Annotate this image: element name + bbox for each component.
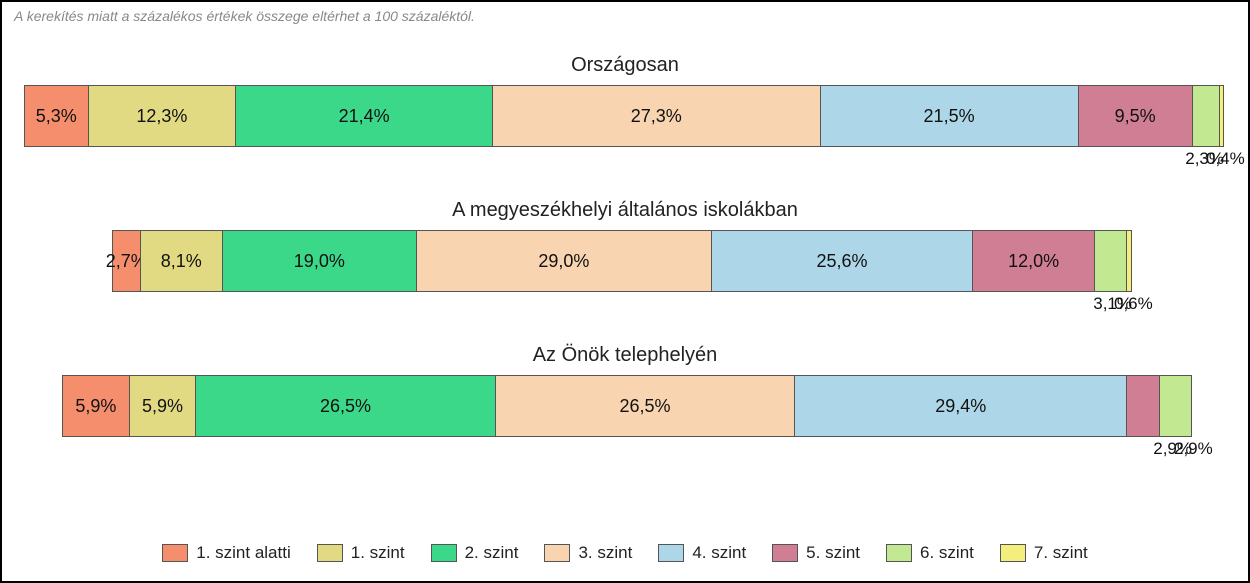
legend-label: 5. szint xyxy=(806,543,860,563)
stacked-bar: 5,9% 5,9% 26,5% 26,5% 29,4% xyxy=(62,375,1192,437)
overflow-label-row: 2,9%2,9% xyxy=(62,437,1192,461)
legend-label: 4. szint xyxy=(692,543,746,563)
bar-wrap: 2,7% 8,1% 19,0% 29,0% 25,6% 12,0% 3,1%0,6% xyxy=(112,230,1132,316)
segment-label: 8,1% xyxy=(161,251,202,272)
chart-title: A megyeszékhelyi általános iskolákban xyxy=(12,199,1238,222)
legend-swatch xyxy=(162,544,188,562)
overflow-label: 2,9% xyxy=(1174,439,1213,459)
chart-block-2: Az Önök telephelyén 5,9% 5,9% 26,5% 26,5% 29,… xyxy=(12,344,1238,461)
legend-item-6: 6. szint xyxy=(886,543,974,563)
segment-label: 29,4% xyxy=(935,396,986,417)
segment-label: 25,6% xyxy=(817,251,868,272)
segment-6 xyxy=(1094,230,1126,292)
legend-swatch xyxy=(886,544,912,562)
segment-label: 9,5% xyxy=(1115,106,1156,127)
segment-5: 9,5% xyxy=(1078,85,1192,147)
bar-wrap: 5,9% 5,9% 26,5% 26,5% 29,4% 2,9%2,9% xyxy=(62,375,1192,461)
legend-label: 1. szint xyxy=(351,543,405,563)
segment-2: 19,0% xyxy=(222,230,416,292)
segment-6 xyxy=(1159,375,1192,437)
segment-4: 29,4% xyxy=(794,375,1126,437)
legend-item-4: 4. szint xyxy=(658,543,746,563)
segment-2: 26,5% xyxy=(195,375,494,437)
legend-label: 6. szint xyxy=(920,543,974,563)
legend-swatch xyxy=(658,544,684,562)
legend-swatch xyxy=(431,544,457,562)
chart-block-0: Országosan 5,3% 12,3% 21,4% 27,3% 21,5% 9,5% 2,… xyxy=(12,54,1238,171)
overflow-label: 0,6% xyxy=(1114,294,1153,314)
segment-label: 21,4% xyxy=(339,106,390,127)
segment-label: 26,5% xyxy=(320,396,371,417)
segment-label: 5,3% xyxy=(36,106,77,127)
segment-3: 27,3% xyxy=(492,85,820,147)
segment-label: 19,0% xyxy=(294,251,345,272)
legend-label: 3. szint xyxy=(578,543,632,563)
legend-item-7: 7. szint xyxy=(1000,543,1088,563)
overflow-label: 0,4% xyxy=(1206,149,1245,169)
legend-swatch xyxy=(544,544,570,562)
bar-wrap: 5,3% 12,3% 21,4% 27,3% 21,5% 9,5% 2,3%0,4% xyxy=(24,85,1224,171)
segment-5 xyxy=(1126,375,1159,437)
legend-label: 1. szint alatti xyxy=(196,543,291,563)
legend-item-2: 2. szint xyxy=(431,543,519,563)
segment-label: 5,9% xyxy=(142,396,183,417)
segment-label: 12,0% xyxy=(1008,251,1059,272)
overflow-label-row: 3,1%0,6% xyxy=(112,292,1132,316)
segment-1: 8,1% xyxy=(140,230,223,292)
legend-item-0: 1. szint alatti xyxy=(162,543,291,563)
legend-label: 7. szint xyxy=(1034,543,1088,563)
segment-7 xyxy=(1126,230,1132,292)
segment-2: 21,4% xyxy=(235,85,492,147)
segment-label: 12,3% xyxy=(136,106,187,127)
segment-1: 12,3% xyxy=(88,85,236,147)
segment-6 xyxy=(1192,85,1220,147)
legend-swatch xyxy=(1000,544,1026,562)
segment-0: 5,3% xyxy=(24,85,88,147)
legend-item-3: 3. szint xyxy=(544,543,632,563)
legend-swatch xyxy=(772,544,798,562)
chart-block-1: A megyeszékhelyi általános iskolákban 2,7… xyxy=(12,199,1238,316)
legend: 1. szint alatti 1. szint 2. szint 3. szint 4… xyxy=(2,543,1248,563)
segment-label: 21,5% xyxy=(924,106,975,127)
segment-3: 29,0% xyxy=(416,230,712,292)
segment-label: 5,9% xyxy=(75,396,116,417)
segment-label: 26,5% xyxy=(619,396,670,417)
segment-0: 5,9% xyxy=(62,375,129,437)
segment-5: 12,0% xyxy=(972,230,1094,292)
segment-4: 21,5% xyxy=(820,85,1078,147)
overflow-label-row: 2,3%0,4% xyxy=(24,147,1224,171)
segment-7 xyxy=(1219,85,1224,147)
chart-title: Országosan xyxy=(12,54,1238,77)
segment-1: 5,9% xyxy=(129,375,196,437)
charts-host: Országosan 5,3% 12,3% 21,4% 27,3% 21,5% 9,5% 2,… xyxy=(12,54,1238,461)
stacked-bar: 5,3% 12,3% 21,4% 27,3% 21,5% 9,5% xyxy=(24,85,1224,147)
chart-frame: A kerekítés miatt a százalékos értékek ö… xyxy=(0,0,1250,583)
segment-3: 26,5% xyxy=(495,375,794,437)
segment-label: 27,3% xyxy=(631,106,682,127)
legend-label: 2. szint xyxy=(465,543,519,563)
legend-swatch xyxy=(317,544,343,562)
segment-label: 29,0% xyxy=(538,251,589,272)
segment-0: 2,7% xyxy=(112,230,140,292)
rounding-note: A kerekítés miatt a százalékos értékek ö… xyxy=(14,8,1238,24)
chart-title: Az Önök telephelyén xyxy=(12,344,1238,367)
legend-item-5: 5. szint xyxy=(772,543,860,563)
stacked-bar: 2,7% 8,1% 19,0% 29,0% 25,6% 12,0% xyxy=(112,230,1132,292)
legend-item-1: 1. szint xyxy=(317,543,405,563)
segment-4: 25,6% xyxy=(711,230,972,292)
